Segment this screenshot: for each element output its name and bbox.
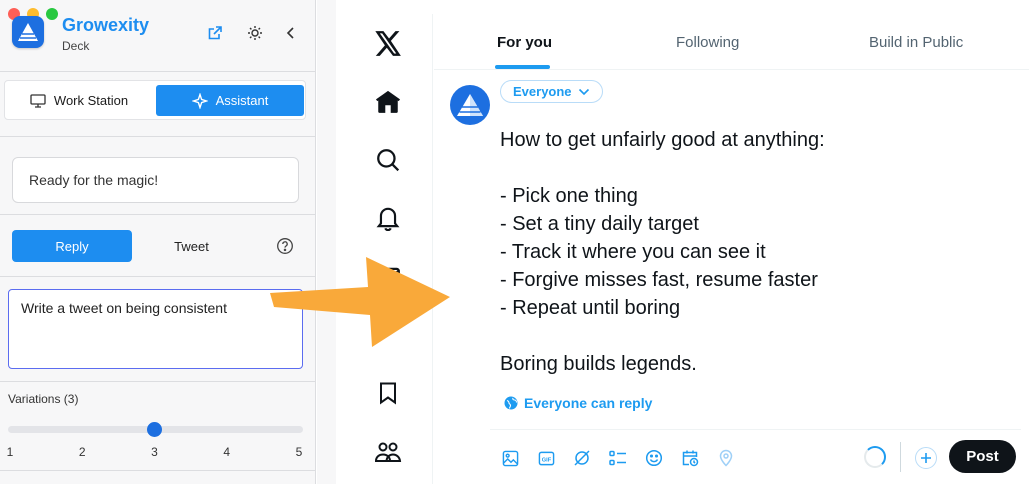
assistant-tab[interactable]: Assistant	[156, 85, 304, 116]
svg-text:GIF: GIF	[541, 457, 551, 463]
extension-panel: Growexity Deck Work Station Assistant Re…	[0, 0, 316, 484]
assistant-label: Assistant	[215, 93, 269, 108]
search-icon[interactable]	[373, 145, 403, 175]
chevron-left-icon[interactable]	[282, 24, 300, 42]
location-icon[interactable]	[717, 449, 735, 467]
annotation-arrow	[270, 257, 450, 347]
poll-icon[interactable]	[609, 449, 627, 467]
mode-switch: Work Station Assistant	[4, 80, 306, 120]
divider	[0, 381, 316, 382]
grok-icon[interactable]	[573, 449, 591, 467]
x-logo-icon[interactable]	[373, 28, 403, 58]
slider-tick: 2	[78, 445, 86, 459]
divider	[490, 429, 1021, 430]
emoji-icon[interactable]	[645, 449, 663, 467]
tab-for-you[interactable]: For you	[497, 14, 552, 70]
divider	[0, 214, 316, 215]
add-post-button[interactable]	[915, 447, 937, 469]
variations-label: Variations (3)	[8, 392, 79, 406]
prompt-input[interactable]	[8, 289, 303, 369]
divider	[0, 136, 316, 137]
character-count-ring	[864, 446, 886, 468]
audience-selector[interactable]: Everyone	[500, 80, 603, 103]
tab-following[interactable]: Following	[676, 14, 739, 70]
bell-icon[interactable]	[373, 203, 403, 233]
work-station-label: Work Station	[53, 93, 129, 108]
sun-icon[interactable]	[246, 24, 264, 42]
globe-icon	[504, 396, 518, 410]
x-nav-rail	[336, 14, 433, 484]
zoom-window-button[interactable]	[46, 8, 58, 20]
image-icon[interactable]	[501, 449, 519, 467]
slider-tick: 4	[223, 445, 231, 459]
divider	[0, 71, 316, 72]
external-link-icon[interactable]	[206, 24, 224, 42]
communities-icon[interactable]	[373, 437, 403, 467]
home-icon[interactable]	[373, 87, 403, 117]
tweet-composer-text[interactable]: How to get unfairly good at anything: - …	[500, 126, 1010, 378]
active-tab-indicator	[495, 65, 550, 69]
slider-tick: 1	[6, 445, 14, 459]
gif-icon[interactable]: GIF	[537, 449, 555, 467]
panel-gutter	[317, 0, 336, 484]
bookmark-icon[interactable]	[373, 378, 403, 408]
chevron-down-icon	[578, 88, 589, 95]
divider	[900, 442, 901, 472]
tab-build-in-public[interactable]: Build in Public	[869, 14, 963, 70]
work-station-tab[interactable]: Work Station	[7, 85, 151, 116]
slider-tick: 3	[151, 445, 158, 459]
audience-label: Everyone	[513, 84, 572, 99]
sparkle-icon	[191, 92, 208, 109]
avatar[interactable]	[450, 85, 490, 125]
plus-icon	[921, 453, 931, 463]
divider	[0, 470, 316, 471]
reply-tab[interactable]: Reply	[12, 230, 132, 262]
help-icon[interactable]	[276, 237, 294, 255]
app-title: Growexity	[62, 15, 150, 35]
variations-slider-thumb[interactable]	[147, 422, 162, 437]
status-box: Ready for the magic!	[12, 157, 299, 203]
reply-permission-label: Everyone can reply	[524, 395, 653, 411]
schedule-icon[interactable]	[681, 449, 699, 467]
app-subtitle: Deck	[62, 39, 90, 53]
x-main-column: For you Following Build in Public Everyo…	[434, 14, 1029, 484]
monitor-icon	[30, 93, 46, 108]
slider-tick: 5	[295, 445, 303, 459]
timeline-tabs: For you Following Build in Public	[434, 14, 1029, 70]
post-button[interactable]: Post	[949, 440, 1016, 473]
reply-permission[interactable]: Everyone can reply	[504, 395, 652, 411]
tweet-tab[interactable]: Tweet	[134, 230, 249, 262]
app-logo	[12, 16, 44, 48]
